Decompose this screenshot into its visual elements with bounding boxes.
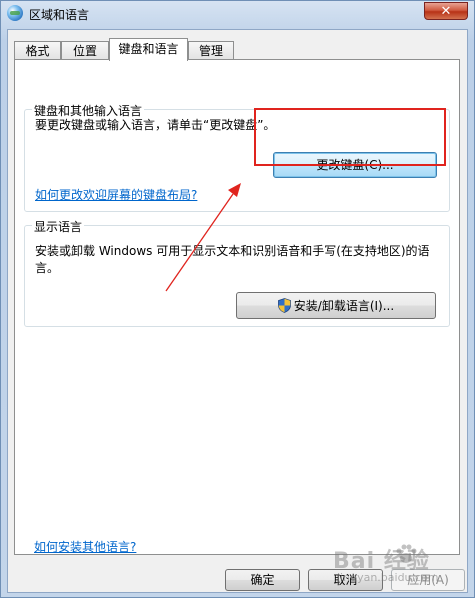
keyboard-description: 要更改键盘或输入语言，请单击“更改键盘”。 — [35, 118, 276, 132]
tab-label: 键盘和语言 — [118, 42, 179, 56]
close-button[interactable]: ✕ — [424, 2, 468, 20]
tab-label: 位置 — [72, 44, 97, 58]
tab-formats[interactable]: 格式 — [14, 41, 61, 60]
shield-icon — [277, 297, 291, 313]
tab-location[interactable]: 位置 — [61, 41, 109, 60]
tab-administrative[interactable]: 管理 — [188, 41, 234, 60]
tab-label: 管理 — [198, 44, 223, 58]
ok-button[interactable]: 确定 — [225, 569, 300, 591]
display-group-title: 显示语言 — [32, 218, 85, 235]
highlight-box — [254, 108, 446, 166]
close-icon: ✕ — [440, 4, 452, 19]
install-uninstall-languages-button[interactable]: 安装/卸载语言(I)... — [236, 292, 436, 319]
tab-keyboards-and-languages[interactable]: 键盘和语言 — [109, 38, 188, 61]
watermark-url: jingyan.baidu.com — [337, 571, 439, 584]
install-button-label: 安装/卸载语言(I)... — [293, 298, 395, 313]
display-language-group: 显示语言 安装或卸载 Windows 可用于显示文本和识别语音和手写(在支持地区… — [24, 218, 450, 327]
install-other-languages-link[interactable]: 如何安装其他语言? — [34, 538, 136, 555]
tab-label: 格式 — [25, 44, 50, 58]
title-bar[interactable]: 区域和语言 ✕ — [1, 1, 474, 31]
globe-icon — [7, 5, 23, 21]
welcome-keyboard-layout-link[interactable]: 如何更改欢迎屏幕的键盘布局? — [35, 186, 197, 203]
paw-icon — [396, 544, 417, 563]
dialog-window: 区域和语言 ✕ 格式 位置 键盘和语言 管理 键盘和其他输入语言 要更改键盘或输… — [0, 0, 475, 598]
display-description: 安装或卸载 Windows 可用于显示文本和识别语音和手写(在支持地区)的语言。 — [35, 244, 430, 275]
window-title: 区域和语言 — [29, 8, 90, 22]
